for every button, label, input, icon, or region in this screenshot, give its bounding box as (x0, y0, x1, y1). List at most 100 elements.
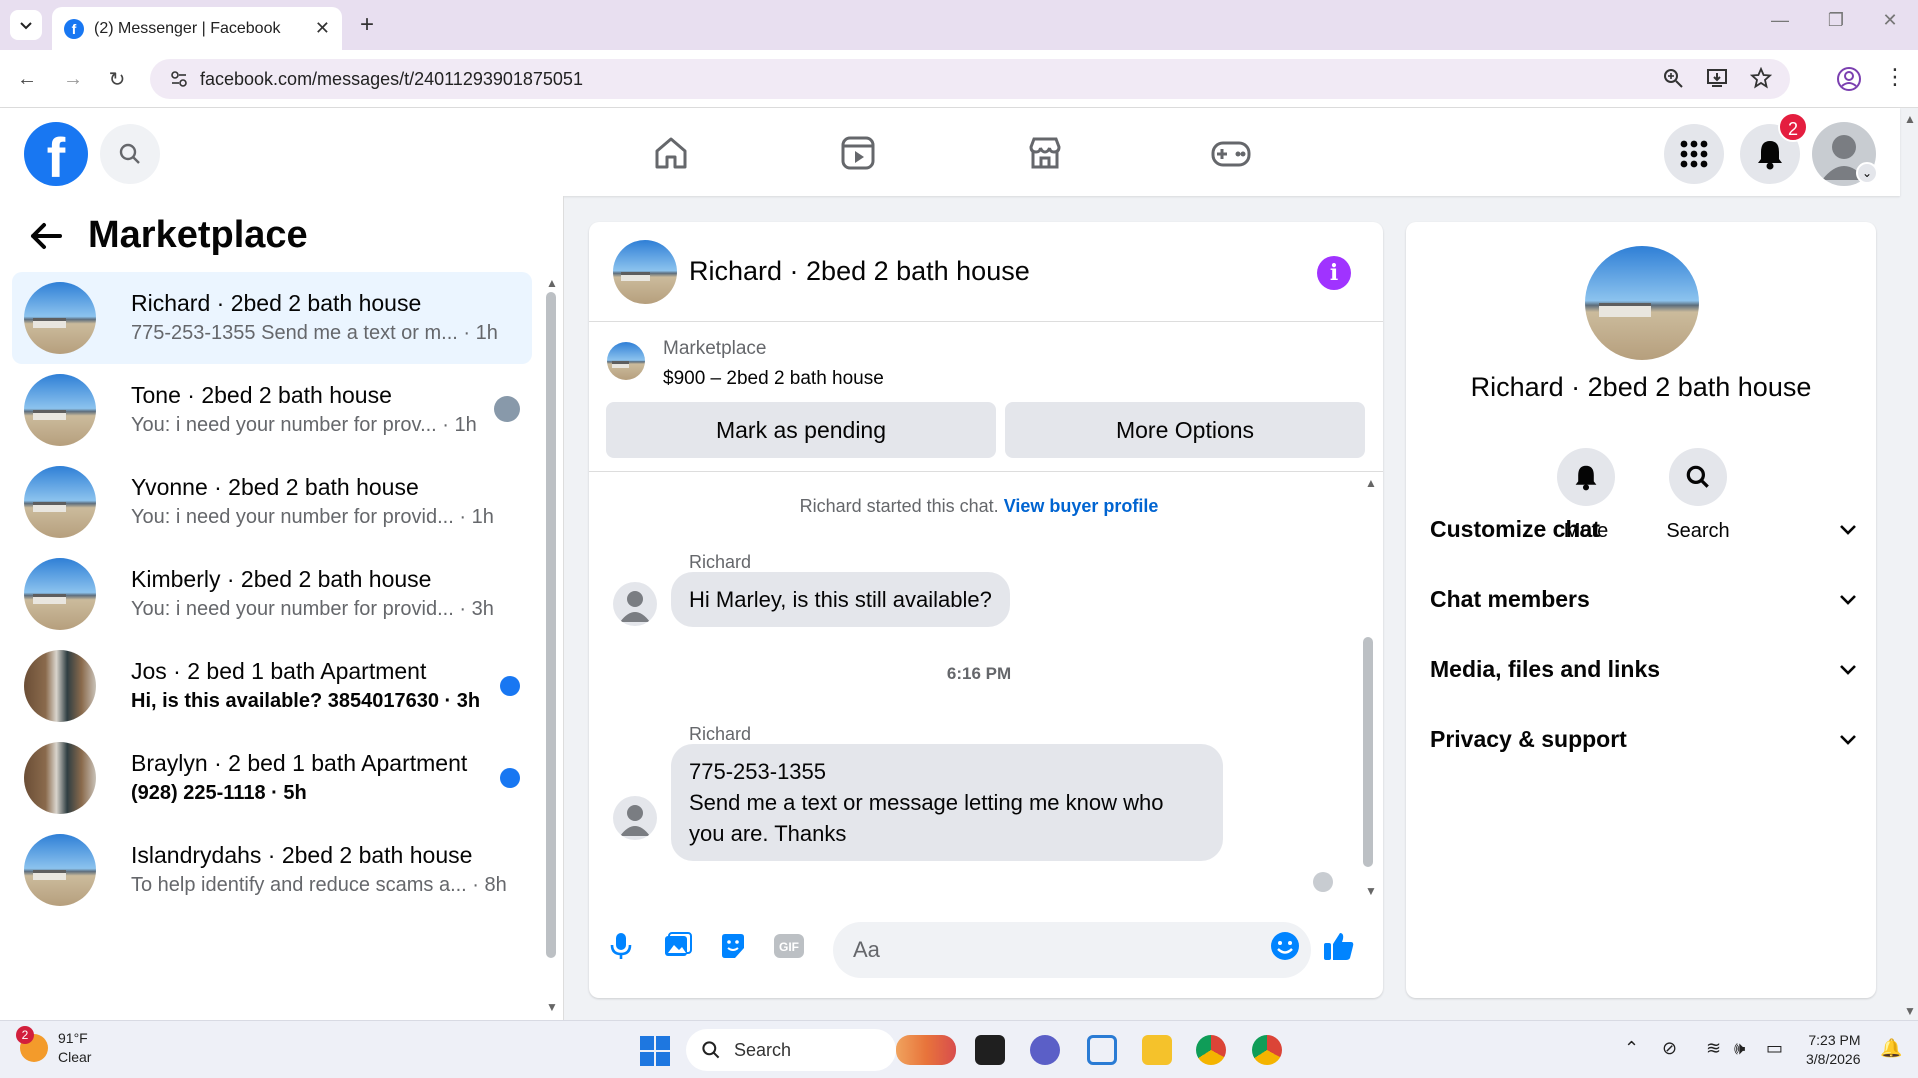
conversation-time-sep: · (457, 322, 476, 344)
conversation-preview: 775-253-1355 Send me a text or m... · 1h (131, 322, 511, 345)
back-arrow-icon[interactable] (30, 222, 62, 250)
facebook-logo-icon[interactable]: f (24, 122, 88, 186)
task-view-icon[interactable] (975, 1035, 1005, 1065)
message-input[interactable]: Aa (833, 922, 1311, 978)
info-icon[interactable]: i (1317, 256, 1351, 290)
message-line: Send me a text or message letting me kno… (689, 790, 1164, 815)
details-section-2[interactable]: Media, files and links (1430, 644, 1858, 694)
tab-close-icon[interactable]: ✕ (315, 18, 330, 39)
windows-start-icon[interactable] (640, 1036, 670, 1066)
network-off-icon[interactable]: ⊘ (1662, 1038, 1677, 1059)
chrome-profile-icon[interactable] (1252, 1035, 1282, 1065)
taskbar-search-box[interactable]: Search (686, 1029, 896, 1071)
scroll-down-icon[interactable]: ▼ (1365, 884, 1377, 898)
new-tab-button[interactable]: + (352, 10, 382, 40)
account-chevron-icon[interactable]: ⌄ (1856, 162, 1878, 184)
close-window-button[interactable]: ✕ (1870, 10, 1910, 31)
view-buyer-profile-link[interactable]: View buyer profile (1004, 496, 1159, 516)
facebook-header: f 2 ⌄ (0, 108, 1900, 196)
emoji-button[interactable] (1265, 926, 1305, 966)
wifi-icon[interactable]: ≋ (1706, 1038, 1721, 1059)
site-settings-icon[interactable] (170, 70, 188, 88)
conversation-avatar (24, 374, 96, 446)
restore-button[interactable]: ❐ (1816, 10, 1856, 31)
gif-button[interactable]: GIF (769, 926, 809, 966)
message-bubble[interactable]: 775-253-1355 Send me a text or message l… (671, 744, 1223, 861)
chrome-icon[interactable] (1196, 1035, 1226, 1065)
volume-icon[interactable]: 🕪 (1734, 1038, 1745, 1059)
details-section-0[interactable]: Customize chat (1430, 504, 1858, 554)
message-timestamp: 6:16 PM (946, 664, 1012, 683)
show-hidden-icons[interactable]: ⌃ (1624, 1038, 1639, 1059)
conversation-preview: You: i need your number for provid... · … (131, 598, 511, 621)
battery-icon[interactable]: ▭ (1766, 1038, 1783, 1059)
sender-avatar[interactable] (613, 582, 657, 626)
listing-title[interactable]: $900 – 2bed 2 bath house (663, 368, 884, 390)
mark-as-pending-button[interactable]: Mark as pending (606, 402, 996, 458)
scroll-up-icon[interactable]: ▲ (546, 276, 558, 290)
scrollbar[interactable] (546, 292, 556, 958)
started-text: Richard started this chat. (799, 496, 999, 516)
sender-avatar[interactable] (613, 796, 657, 840)
conversation-item[interactable]: Islandrydahs · 2bed 2 bath house To help … (12, 824, 532, 916)
conversation-list-panel: Marketplace Richard · 2bed 2 bath house 7… (0, 196, 564, 1020)
weather-temp: 91°F (58, 1030, 88, 1046)
zoom-icon[interactable] (1662, 67, 1684, 89)
conversation-preview: You: i need your number for provid... · … (131, 506, 511, 529)
facebook-search-button[interactable] (100, 124, 160, 184)
conversation-preview-text: To help identify and reduce scams a... (131, 874, 467, 896)
nav-marketplace[interactable] (1020, 128, 1070, 178)
scroll-down-icon[interactable]: ▼ (546, 1000, 558, 1014)
widgets-people-icon[interactable] (896, 1035, 956, 1065)
conversation-item[interactable]: Yvonne · 2bed 2 bath house You: i need yo… (12, 456, 532, 548)
file-explorer-icon[interactable] (1142, 1035, 1172, 1065)
sticker-button[interactable] (713, 926, 753, 966)
install-app-icon[interactable] (1706, 67, 1728, 89)
chat-profile-photo[interactable] (1585, 246, 1699, 360)
notification-bell-icon[interactable]: 🔔 (1880, 1038, 1902, 1059)
address-bar[interactable]: facebook.com/messages/t/2401129390187505… (150, 59, 1790, 99)
voice-clip-button[interactable] (601, 926, 641, 966)
menu-button[interactable] (1664, 124, 1724, 184)
nav-home[interactable] (646, 128, 696, 178)
teams-chat-icon[interactable] (1030, 1035, 1060, 1065)
conversation-item[interactable]: Jos · 2 bed 1 bath Apartment Hi, is this … (12, 640, 532, 732)
profile-icon[interactable] (1836, 66, 1862, 92)
conversation-item[interactable]: Tone · 2bed 2 bath house You: i need your… (12, 364, 532, 456)
conversation-preview-text: You: i need your number for provid... (131, 506, 454, 528)
conversation-preview: You: i need your number for prov... · 1h (131, 414, 511, 437)
system-clock[interactable]: 7:23 PM 3/8/2026 (1806, 1031, 1861, 1069)
back-button[interactable]: ← (12, 64, 42, 94)
details-section-1[interactable]: Chat members (1430, 574, 1858, 624)
conversation-list: Richard · 2bed 2 bath house 775-253-1355 … (12, 272, 532, 916)
conversation-preview: Hi, is this available? 3854017630 · 3h (131, 690, 511, 713)
browser-tab-messenger[interactable]: f (2) Messenger | Facebook ✕ (52, 7, 342, 50)
message-bubble[interactable]: Hi Marley, is this still available? (671, 572, 1010, 627)
nav-gaming[interactable] (1206, 128, 1256, 178)
scroll-up-icon[interactable]: ▲ (1365, 476, 1377, 490)
more-options-button[interactable]: More Options (1005, 402, 1365, 458)
reload-button[interactable]: ↻ (102, 64, 132, 94)
chat-avatar[interactable] (613, 240, 677, 304)
conversation-item[interactable]: Richard · 2bed 2 bath house 775-253-1355 … (12, 272, 532, 364)
forward-button[interactable]: → (58, 64, 88, 94)
snipping-tool-icon[interactable] (1087, 1035, 1117, 1065)
chat-title[interactable]: Richard · 2bed 2 bath house (689, 256, 1030, 287)
page-scroll-up-icon[interactable]: ▲ (1904, 112, 1916, 126)
page-scroll-down-icon[interactable]: ▼ (1904, 1004, 1916, 1018)
conversation-item[interactable]: Braylyn · 2 bed 1 bath Apartment (928) 22… (12, 732, 532, 824)
bookmark-star-icon[interactable] (1750, 67, 1772, 89)
svg-text:GIF: GIF (779, 940, 799, 954)
listing-thumbnail[interactable] (607, 342, 645, 380)
tab-search-button[interactable] (10, 10, 42, 40)
conversation-time: 5h (283, 782, 307, 804)
minimize-button[interactable]: — (1760, 10, 1800, 31)
nav-video[interactable] (833, 128, 883, 178)
like-button[interactable] (1319, 926, 1359, 966)
weather-widget[interactable]: 2 91°F Clear (16, 1026, 91, 1067)
chat-scrollbar[interactable] (1363, 637, 1373, 867)
conversation-item[interactable]: Kimberly · 2bed 2 bath house You: i need … (12, 548, 532, 640)
browser-menu-icon[interactable]: ⋮ (1884, 64, 1906, 90)
details-section-3[interactable]: Privacy & support (1430, 714, 1858, 764)
attach-photo-button[interactable] (657, 926, 697, 966)
